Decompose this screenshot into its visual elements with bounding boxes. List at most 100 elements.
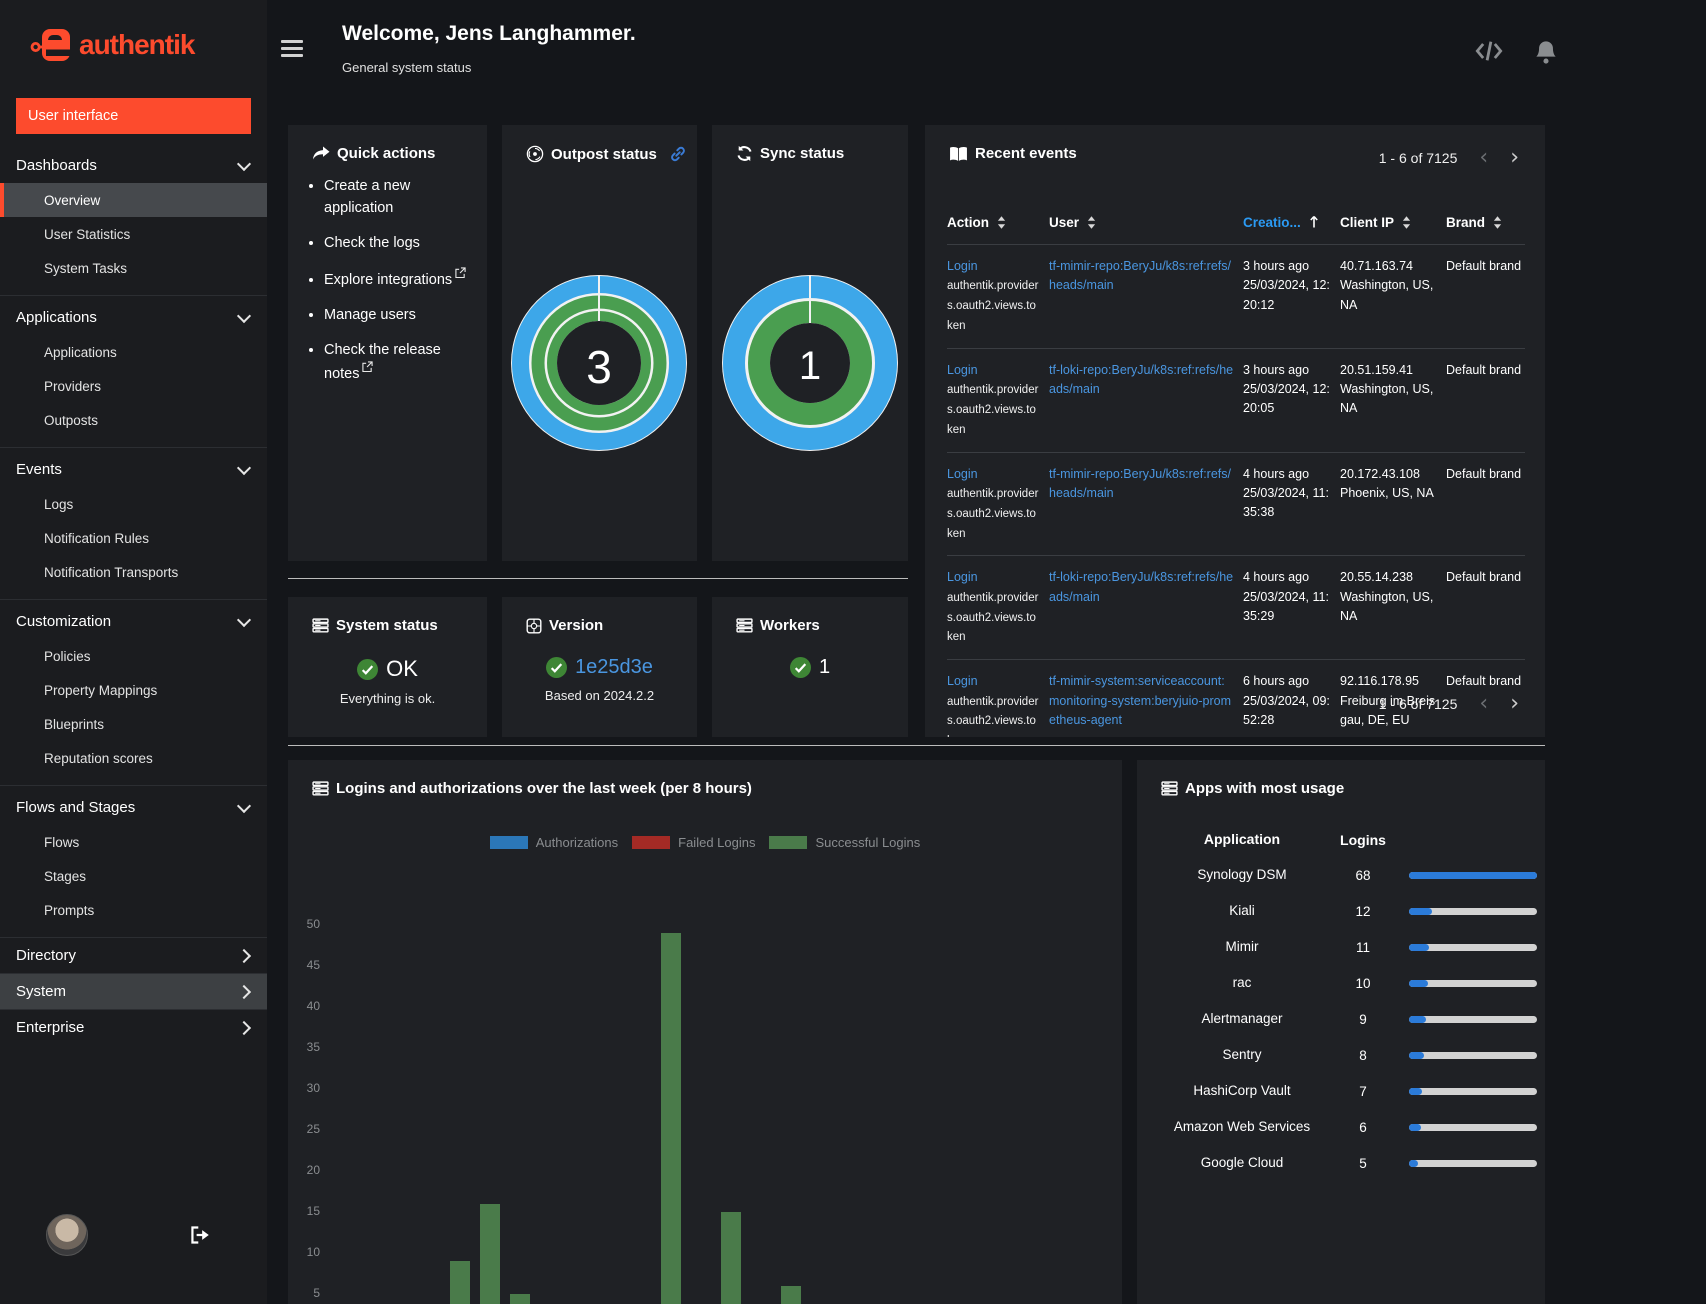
version-value[interactable]: 1e25d3e (575, 656, 653, 679)
event-action-link[interactable]: Login (947, 570, 978, 584)
sidebar-item-outposts[interactable]: Outposts (0, 403, 267, 437)
sidebar-item-notification-transports[interactable]: Notification Transports (0, 555, 267, 589)
sidebar-item-enterprise[interactable]: Enterprise (0, 1010, 267, 1045)
successful-logins-bar (781, 1285, 801, 1304)
successful-logins-bar (510, 1294, 530, 1304)
main-area: Welcome, Jens Langhammer. General system… (267, 0, 1706, 1304)
sidebar-item-stages[interactable]: Stages (0, 859, 267, 893)
sidebar-section-label: Dashboards (16, 157, 97, 174)
apps-usage-table: Application Logins Synology DSM 68 Kiali 12 Mi… (1167, 823, 1545, 1181)
menu-icon[interactable] (281, 40, 303, 61)
event-row: Login authentik.providers.oauth2.views.to… (947, 243, 1525, 348)
column-header-creatio[interactable]: Creatio... (1243, 213, 1338, 234)
logins-bar-chart: 50 45 40 35 30 25 20 15 10 5 (288, 760, 1122, 1304)
sidebar-item-providers[interactable]: Providers (0, 369, 267, 403)
quick-actions-list: Create a new application Check the logs Ex… (288, 176, 487, 386)
chevron-right-icon (236, 984, 252, 999)
column-header-action[interactable]: Action (947, 213, 1047, 234)
next-page-icon-bottom[interactable]: › (1510, 693, 1519, 715)
chevron-down-icon (236, 798, 252, 813)
authentik-logo-icon (30, 29, 72, 61)
sidebar-item-directory[interactable]: Directory (0, 938, 267, 973)
y-axis-tick: 50 (306, 917, 320, 931)
sidebar-item-overview[interactable]: Overview (0, 183, 267, 217)
sidebar-item-applications[interactable]: Applications (0, 300, 267, 335)
quick-action-create-a-new-application[interactable]: Create a new application (324, 176, 471, 220)
y-axis-tick: 15 (306, 1204, 320, 1218)
server-icon (736, 618, 753, 633)
event-client-ip: 20.172.43.108 Phoenix, US, NA (1340, 466, 1434, 500)
quick-action-check-the-release-notes[interactable]: Check the release notes (324, 340, 471, 386)
sign-out-icon[interactable] (190, 1226, 211, 1244)
sidebar-item-flows[interactable]: Flows (0, 825, 267, 859)
event-user-link[interactable]: tf-loki-repo:BeryJu/k8s:ref:refs/heads/m… (1049, 363, 1233, 396)
logins-chart-card: Logins and authorizations over the last … (288, 760, 1122, 1304)
sidebar-section-label: Directory (16, 947, 77, 964)
app-name: HashiCorp Vault (1193, 1082, 1291, 1098)
pagination-bottom: 1 - 6 of 7125 ‹ › (1379, 693, 1519, 715)
event-user-link[interactable]: tf-mimir-repo:BeryJu/k8s:ref:refs/heads/… (1049, 259, 1231, 292)
sidebar-item-logs[interactable]: Logs (0, 487, 267, 521)
successful-logins-bar (450, 1261, 470, 1304)
event-action-link[interactable]: Login (947, 674, 978, 688)
system-status-title: System status (336, 617, 438, 634)
check-circle-icon (357, 658, 379, 680)
sidebar-item-events[interactable]: Events (0, 452, 267, 487)
brand-name: authentik (79, 29, 195, 60)
sidebar-item-flows-and-stages[interactable]: Flows and Stages (0, 790, 267, 825)
event-action-link[interactable]: Login (947, 363, 978, 377)
sidebar-item-prompts[interactable]: Prompts (0, 893, 267, 927)
apps-table-header: Application Logins (1167, 823, 1545, 857)
sidebar-nav: Dashboards Overview User Statistics System … (0, 144, 267, 1190)
column-header-user[interactable]: User (1049, 213, 1241, 234)
sidebar-item-property-mappings[interactable]: Property Mappings (0, 673, 267, 707)
y-axis-tick: 25 (306, 1122, 320, 1136)
pagination-top: 1 - 6 of 7125 ‹ › (1379, 147, 1519, 169)
sidebar-item-dashboards[interactable]: Dashboards (0, 148, 267, 183)
sidebar-item-system[interactable]: System (0, 974, 267, 1009)
user-interface-button[interactable]: User interface (16, 98, 251, 134)
code-icon[interactable] (1475, 40, 1503, 62)
app-usage-row: HashiCorp Vault 7 (1167, 1073, 1545, 1109)
sidebar-item-system-tasks[interactable]: System Tasks (0, 251, 267, 285)
app-usage-progressbar (1409, 907, 1537, 915)
event-action-link[interactable]: Login (947, 467, 978, 481)
sidebar: authentik User interface Dashboards Overv… (0, 0, 267, 1304)
outpost-status-donut: 3 (510, 274, 688, 457)
chevron-down-icon (236, 156, 252, 171)
version-title: Version (549, 617, 604, 634)
app-usage-row: Synology DSM 68 (1167, 857, 1545, 893)
prev-page-icon-bottom[interactable]: ‹ (1479, 693, 1488, 715)
link-icon[interactable] (670, 146, 686, 162)
event-user-link[interactable]: tf-loki-repo:BeryJu/k8s:ref:refs/heads/m… (1049, 570, 1233, 603)
prev-page-icon[interactable]: ‹ (1479, 147, 1488, 169)
event-action-link[interactable]: Login (947, 259, 978, 273)
sidebar-item-blueprints[interactable]: Blueprints (0, 707, 267, 741)
event-user-link[interactable]: tf-mimir-repo:BeryJu/k8s:ref:refs/heads/… (1049, 467, 1231, 500)
sidebar-item-customization[interactable]: Customization (0, 604, 267, 639)
quick-action-manage-users[interactable]: Manage users (324, 305, 471, 327)
event-brand: Default brand (1446, 466, 1522, 481)
event-user-link[interactable]: tf-mimir-system:serviceaccount:monitorin… (1049, 674, 1231, 727)
user-avatar[interactable] (46, 1214, 88, 1256)
column-header-brand[interactable]: Brand (1446, 213, 1531, 234)
quick-action-explore-integrations[interactable]: Explore integrations (324, 267, 471, 292)
app-name: Kiali (1229, 902, 1255, 918)
sidebar-item-user-statistics[interactable]: User Statistics (0, 217, 267, 251)
sidebar-item-notification-rules[interactable]: Notification Rules (0, 521, 267, 555)
app-login-count: 6 (1359, 1119, 1367, 1135)
next-page-icon[interactable]: › (1510, 147, 1519, 169)
system-status-message: Everything is ok. (339, 691, 436, 706)
sort-icon (1493, 216, 1502, 229)
sidebar-item-applications[interactable]: Applications (0, 335, 267, 369)
outpost-status-card: Outpost status 3 (502, 125, 697, 561)
server-icon (1161, 781, 1178, 796)
sidebar-item-policies[interactable]: Policies (0, 639, 267, 673)
apps-col-application: Application (1203, 831, 1281, 848)
event-action-app: authentik.providers.oauth2.views.token (947, 695, 1039, 737)
sidebar-item-reputation-scores[interactable]: Reputation scores (0, 741, 267, 775)
app-name: Synology DSM (1197, 866, 1287, 882)
column-header-client-ip[interactable]: Client IP (1340, 213, 1444, 234)
bell-icon[interactable] (1535, 40, 1557, 64)
quick-action-check-the-logs[interactable]: Check the logs (324, 233, 471, 255)
